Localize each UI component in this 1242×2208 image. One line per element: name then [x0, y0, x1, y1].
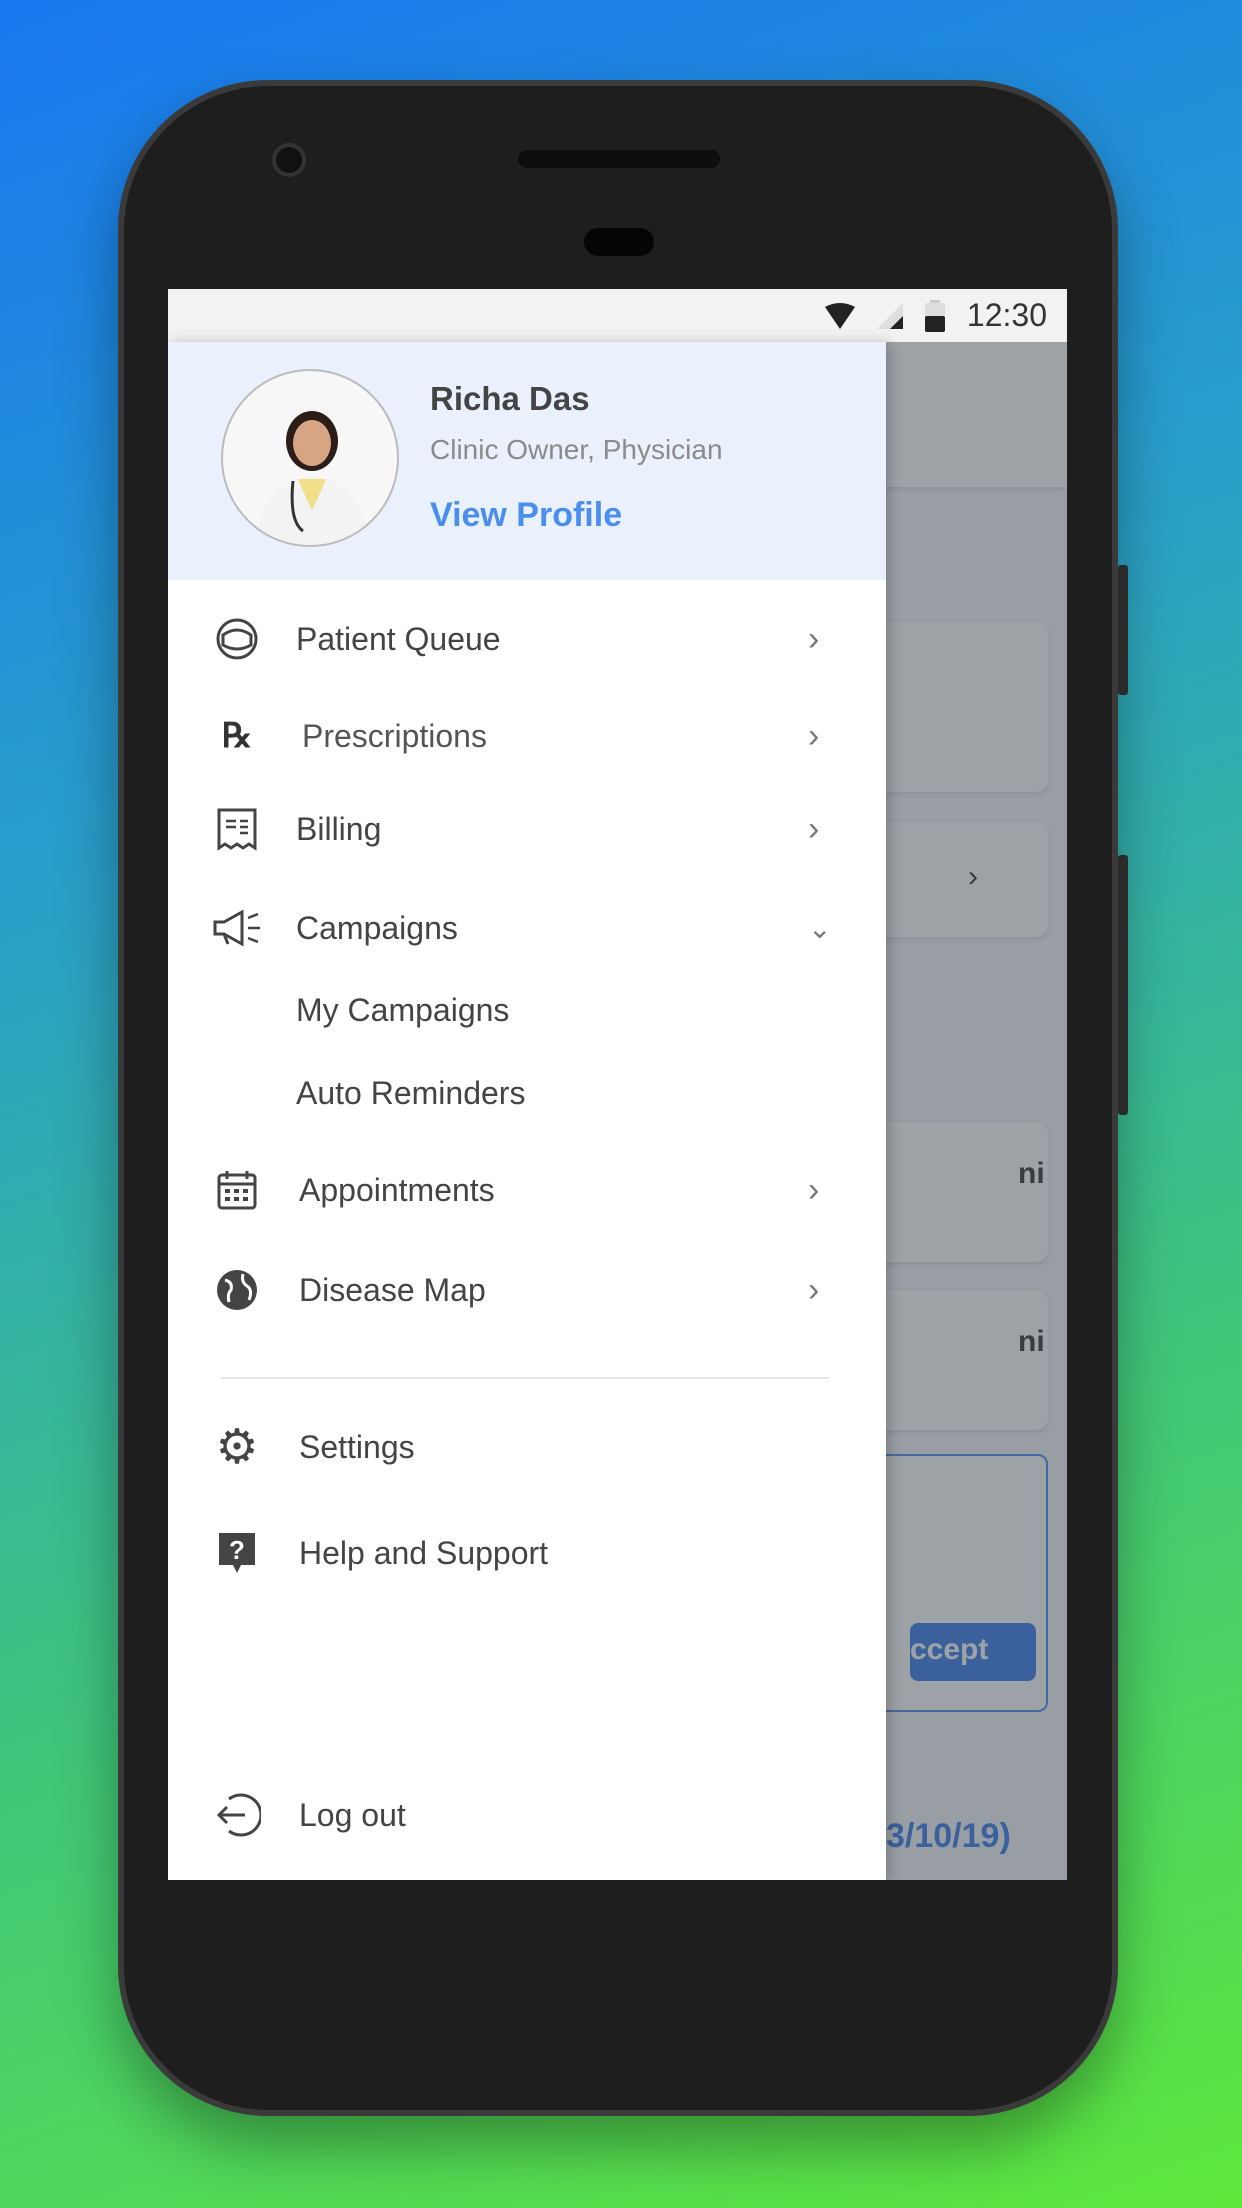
bill-icon: [212, 804, 262, 854]
menu-item-help[interactable]: ? Help and Support: [168, 1513, 886, 1593]
svg-text:?: ?: [229, 1535, 245, 1565]
menu-label: Patient Queue: [296, 620, 501, 657]
submenu-auto-reminders[interactable]: Auto Reminders: [296, 1075, 525, 1112]
menu-label: Appointments: [299, 1171, 495, 1208]
menu-item-disease-map[interactable]: Disease Map ›: [168, 1250, 886, 1330]
menu-label: Prescriptions: [302, 717, 487, 754]
rx-icon: ℞: [221, 717, 253, 755]
menu-divider: [221, 1377, 829, 1379]
menu-item-campaigns[interactable]: Campaigns ⌄: [168, 888, 886, 968]
menu-label: Help and Support: [299, 1534, 549, 1571]
profile-name: Richa Das: [430, 380, 590, 417]
chevron-right-icon: ›: [808, 619, 820, 658]
chevron-right-icon: ›: [808, 1170, 820, 1209]
menu-item-prescriptions[interactable]: ℞ Prescriptions ›: [168, 696, 886, 776]
battery-icon: [924, 299, 945, 332]
logout-label: Log out: [299, 1796, 406, 1833]
menu-label: Settings: [299, 1428, 415, 1465]
view-profile-link[interactable]: View Profile: [430, 496, 622, 535]
globe-icon: [212, 1265, 262, 1315]
chevron-down-icon: ⌄: [808, 912, 832, 944]
navigation-drawer: Richa Das Clinic Owner, Physician View P…: [168, 342, 886, 1880]
avatar[interactable]: [221, 369, 399, 547]
volume-button: [1118, 855, 1128, 1115]
help-icon: ?: [212, 1528, 262, 1578]
submenu-my-campaigns[interactable]: My Campaigns: [296, 992, 509, 1029]
chevron-right-icon: ›: [808, 1270, 820, 1309]
menu-item-settings[interactable]: ⚙ Settings: [168, 1407, 886, 1487]
screen: 12:30 › ni⋮ ni⋮ ccept 3/10/19) Richa Das…: [168, 289, 1067, 1880]
megaphone-icon: [212, 903, 262, 953]
status-time: 12:30: [966, 297, 1047, 333]
menu-item-appointments[interactable]: Appointments ›: [168, 1150, 886, 1230]
gear-icon: ⚙: [215, 1421, 259, 1474]
menu-label: Disease Map: [299, 1271, 486, 1308]
calendar-icon: [212, 1165, 262, 1215]
profile-header: Richa Das Clinic Owner, Physician View P…: [168, 342, 886, 580]
proximity-sensor: [584, 228, 654, 256]
menu-label: Campaigns: [296, 909, 458, 946]
menu-label: Billing: [296, 810, 382, 847]
wifi-icon: [824, 302, 855, 329]
logout-button[interactable]: Log out: [168, 1775, 886, 1855]
status-bar: 12:30: [168, 289, 1067, 342]
chevron-right-icon: ›: [808, 716, 820, 755]
earpiece-speaker: [518, 150, 720, 168]
power-button: [1118, 565, 1128, 695]
menu-item-billing[interactable]: Billing ›: [168, 789, 886, 869]
patient-queue-icon: [212, 614, 262, 664]
signal-icon: [876, 302, 903, 329]
front-camera: [272, 143, 306, 177]
chevron-right-icon: ›: [808, 809, 820, 848]
logout-icon: [212, 1790, 262, 1840]
menu-item-patient-queue[interactable]: Patient Queue ›: [168, 599, 886, 679]
profile-role: Clinic Owner, Physician: [430, 434, 723, 465]
